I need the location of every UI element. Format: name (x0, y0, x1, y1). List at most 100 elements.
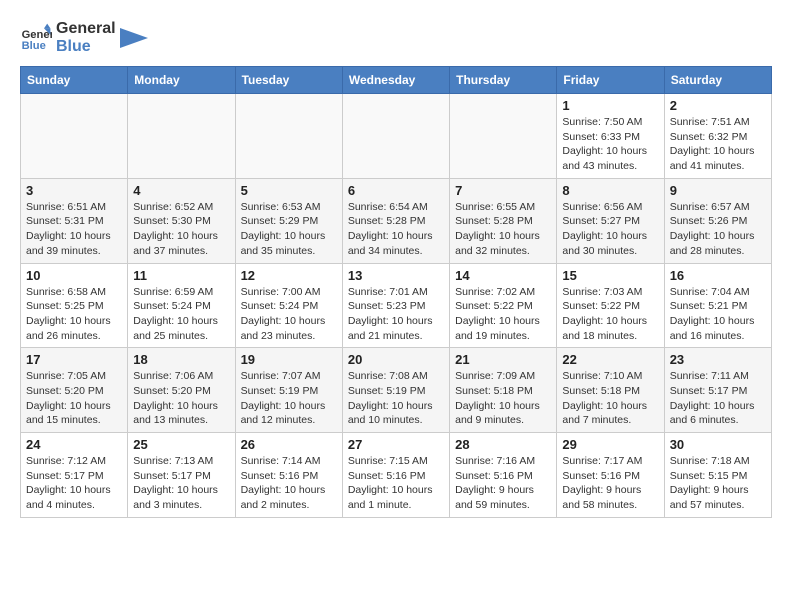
calendar-cell: 23 Sunrise: 7:11 AMSunset: 5:17 PMDayligh… (664, 348, 771, 433)
day-info: Sunrise: 6:58 AMSunset: 5:25 PMDaylight:… (26, 285, 122, 344)
day-number: 29 (562, 437, 658, 452)
calendar-cell: 29 Sunrise: 7:17 AMSunset: 5:16 PMDayligh… (557, 433, 664, 518)
day-info: Sunrise: 6:54 AMSunset: 5:28 PMDaylight:… (348, 200, 444, 259)
day-number: 22 (562, 352, 658, 367)
day-number: 25 (133, 437, 229, 452)
calendar-week-row: 1 Sunrise: 7:50 AMSunset: 6:33 PMDaylight… (21, 94, 772, 179)
day-info: Sunrise: 7:07 AMSunset: 5:19 PMDaylight:… (241, 369, 337, 428)
day-number: 6 (348, 183, 444, 198)
calendar-cell: 27 Sunrise: 7:15 AMSunset: 5:16 PMDayligh… (342, 433, 449, 518)
day-info: Sunrise: 6:53 AMSunset: 5:29 PMDaylight:… (241, 200, 337, 259)
day-number: 17 (26, 352, 122, 367)
calendar-cell: 12 Sunrise: 7:00 AMSunset: 5:24 PMDayligh… (235, 263, 342, 348)
calendar-cell (128, 94, 235, 179)
day-info: Sunrise: 7:16 AMSunset: 5:16 PMDaylight:… (455, 454, 551, 513)
calendar-cell: 28 Sunrise: 7:16 AMSunset: 5:16 PMDayligh… (450, 433, 557, 518)
weekday-header-saturday: Saturday (664, 67, 771, 94)
day-info: Sunrise: 7:09 AMSunset: 5:18 PMDaylight:… (455, 369, 551, 428)
day-info: Sunrise: 7:14 AMSunset: 5:16 PMDaylight:… (241, 454, 337, 513)
day-info: Sunrise: 7:50 AMSunset: 6:33 PMDaylight:… (562, 115, 658, 174)
calendar-cell: 4 Sunrise: 6:52 AMSunset: 5:30 PMDaylight… (128, 178, 235, 263)
calendar-cell: 16 Sunrise: 7:04 AMSunset: 5:21 PMDayligh… (664, 263, 771, 348)
day-number: 30 (670, 437, 766, 452)
calendar-cell: 17 Sunrise: 7:05 AMSunset: 5:20 PMDayligh… (21, 348, 128, 433)
calendar-cell: 19 Sunrise: 7:07 AMSunset: 5:19 PMDayligh… (235, 348, 342, 433)
svg-text:Blue: Blue (22, 40, 46, 52)
logo-general: General (56, 20, 116, 38)
day-number: 1 (562, 98, 658, 113)
logo-blue: Blue (56, 38, 116, 56)
day-info: Sunrise: 7:11 AMSunset: 5:17 PMDaylight:… (670, 369, 766, 428)
calendar-cell: 9Sunrise: 6:57 AMSunset: 5:26 PMDaylight… (664, 178, 771, 263)
calendar-cell: 13 Sunrise: 7:01 AMSunset: 5:23 PMDayligh… (342, 263, 449, 348)
weekday-header-monday: Monday (128, 67, 235, 94)
calendar-cell: 10 Sunrise: 6:58 AMSunset: 5:25 PMDayligh… (21, 263, 128, 348)
day-number: 12 (241, 268, 337, 283)
calendar-week-row: 3Sunrise: 6:51 AMSunset: 5:31 PMDaylight… (21, 178, 772, 263)
day-number: 14 (455, 268, 551, 283)
calendar-cell: 22 Sunrise: 7:10 AMSunset: 5:18 PMDayligh… (557, 348, 664, 433)
day-number: 8 (562, 183, 658, 198)
calendar-cell (21, 94, 128, 179)
day-info: Sunrise: 7:17 AMSunset: 5:16 PMDaylight:… (562, 454, 658, 513)
day-number: 16 (670, 268, 766, 283)
day-info: Sunrise: 7:13 AMSunset: 5:17 PMDaylight:… (133, 454, 229, 513)
weekday-header-thursday: Thursday (450, 67, 557, 94)
day-number: 4 (133, 183, 229, 198)
day-info: Sunrise: 7:10 AMSunset: 5:18 PMDaylight:… (562, 369, 658, 428)
day-number: 28 (455, 437, 551, 452)
calendar-cell: 11Sunrise: 6:59 AMSunset: 5:24 PMDayligh… (128, 263, 235, 348)
calendar-cell: 20 Sunrise: 7:08 AMSunset: 5:19 PMDayligh… (342, 348, 449, 433)
calendar-cell: 1 Sunrise: 7:50 AMSunset: 6:33 PMDaylight… (557, 94, 664, 179)
day-number: 20 (348, 352, 444, 367)
day-number: 13 (348, 268, 444, 283)
day-info: Sunrise: 6:55 AMSunset: 5:28 PMDaylight:… (455, 200, 551, 259)
day-info: Sunrise: 7:01 AMSunset: 5:23 PMDaylight:… (348, 285, 444, 344)
calendar-cell (342, 94, 449, 179)
page-header: General Blue General Blue (20, 20, 772, 56)
day-info: Sunrise: 6:51 AMSunset: 5:31 PMDaylight:… (26, 200, 122, 259)
day-info: Sunrise: 6:52 AMSunset: 5:30 PMDaylight:… (133, 200, 229, 259)
calendar-cell: 14 Sunrise: 7:02 AMSunset: 5:22 PMDayligh… (450, 263, 557, 348)
day-number: 24 (26, 437, 122, 452)
day-info: Sunrise: 7:18 AMSunset: 5:15 PMDaylight:… (670, 454, 766, 513)
day-info: Sunrise: 7:12 AMSunset: 5:17 PMDaylight:… (26, 454, 122, 513)
day-number: 23 (670, 352, 766, 367)
day-info: Sunrise: 7:51 AMSunset: 6:32 PMDaylight:… (670, 115, 766, 174)
day-number: 2 (670, 98, 766, 113)
day-info: Sunrise: 6:57 AMSunset: 5:26 PMDaylight:… (670, 200, 766, 259)
calendar-cell: 5 Sunrise: 6:53 AMSunset: 5:29 PMDaylight… (235, 178, 342, 263)
calendar-cell: 2 Sunrise: 7:51 AMSunset: 6:32 PMDaylight… (664, 94, 771, 179)
day-number: 11 (133, 268, 229, 283)
calendar-cell (450, 94, 557, 179)
logo-icon: General Blue (20, 22, 52, 54)
day-number: 15 (562, 268, 658, 283)
day-info: Sunrise: 7:00 AMSunset: 5:24 PMDaylight:… (241, 285, 337, 344)
calendar-cell: 24 Sunrise: 7:12 AMSunset: 5:17 PMDayligh… (21, 433, 128, 518)
day-info: Sunrise: 7:08 AMSunset: 5:19 PMDaylight:… (348, 369, 444, 428)
day-number: 26 (241, 437, 337, 452)
day-info: Sunrise: 7:03 AMSunset: 5:22 PMDaylight:… (562, 285, 658, 344)
calendar-cell: 8 Sunrise: 6:56 AMSunset: 5:27 PMDaylight… (557, 178, 664, 263)
calendar-cell: 3Sunrise: 6:51 AMSunset: 5:31 PMDaylight… (21, 178, 128, 263)
calendar-cell: 25 Sunrise: 7:13 AMSunset: 5:17 PMDayligh… (128, 433, 235, 518)
day-number: 19 (241, 352, 337, 367)
calendar-cell (235, 94, 342, 179)
weekday-header-sunday: Sunday (21, 67, 128, 94)
calendar-cell: 15 Sunrise: 7:03 AMSunset: 5:22 PMDayligh… (557, 263, 664, 348)
day-info: Sunrise: 7:02 AMSunset: 5:22 PMDaylight:… (455, 285, 551, 344)
day-number: 10 (26, 268, 122, 283)
header-row: SundayMondayTuesdayWednesdayThursdayFrid… (21, 67, 772, 94)
day-number: 18 (133, 352, 229, 367)
calendar-cell: 18Sunrise: 7:06 AMSunset: 5:20 PMDayligh… (128, 348, 235, 433)
calendar-table: SundayMondayTuesdayWednesdayThursdayFrid… (20, 66, 772, 518)
logo: General Blue General Blue (20, 20, 148, 56)
day-info: Sunrise: 7:04 AMSunset: 5:21 PMDaylight:… (670, 285, 766, 344)
day-info: Sunrise: 6:56 AMSunset: 5:27 PMDaylight:… (562, 200, 658, 259)
day-info: Sunrise: 7:05 AMSunset: 5:20 PMDaylight:… (26, 369, 122, 428)
logo-arrow-icon (120, 28, 148, 48)
day-number: 5 (241, 183, 337, 198)
day-number: 27 (348, 437, 444, 452)
calendar-cell: 21Sunrise: 7:09 AMSunset: 5:18 PMDayligh… (450, 348, 557, 433)
day-info: Sunrise: 7:15 AMSunset: 5:16 PMDaylight:… (348, 454, 444, 513)
